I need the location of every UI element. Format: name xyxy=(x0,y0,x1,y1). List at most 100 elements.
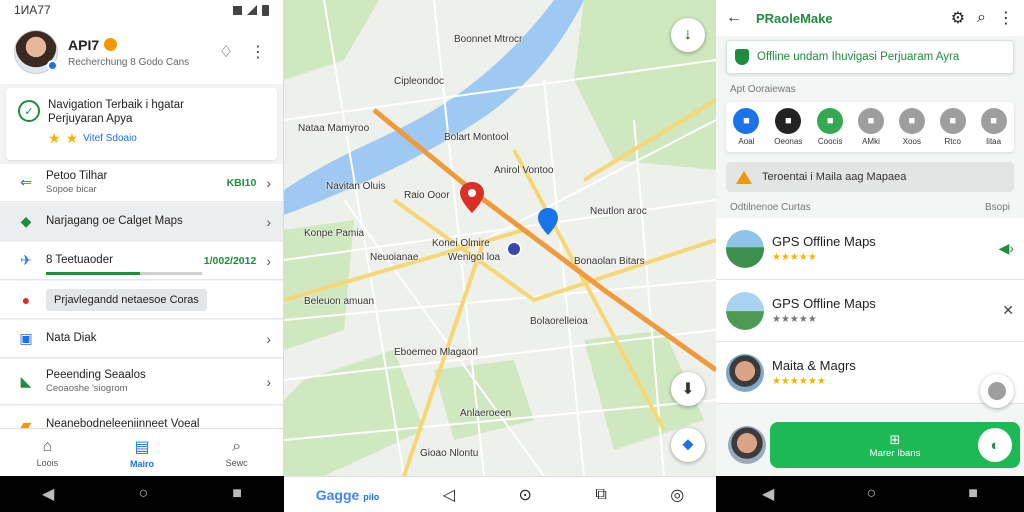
install-button[interactable]: ⊞ Marer Ibans ◐ xyxy=(770,422,1020,468)
map-label: Raio Ooor xyxy=(404,190,450,201)
speaker-icon[interactable]: ◀› xyxy=(999,240,1014,257)
map-label: Gioao Nlontu xyxy=(420,448,479,459)
leaf-icon: ✓ xyxy=(18,100,40,122)
category-item[interactable]: ■ Iitaa xyxy=(980,108,1007,146)
my-location-button[interactable]: ⬥ xyxy=(671,428,705,462)
category-label: Oeonas xyxy=(774,137,803,146)
profile-header[interactable]: API7 Recherchung 8 Godo Cans ♢ ⋮ xyxy=(0,20,283,84)
offline-banner[interactable]: Offline undam Ihuvigasi Perjuaram Ayra xyxy=(726,40,1014,74)
category-item[interactable]: ■ Coocis xyxy=(817,108,844,146)
back-icon[interactable]: ◀ xyxy=(42,484,54,504)
warning-bar[interactable]: Teroentai i Maila aag Mapaea xyxy=(726,162,1014,192)
compass-button[interactable]: ⬇ xyxy=(671,372,705,406)
menu-label: 8 Teetuaoder xyxy=(46,254,113,266)
record-icon: ● xyxy=(21,291,31,308)
bell-icon[interactable]: ♢ xyxy=(215,41,237,63)
assistant-icon[interactable]: ◎ xyxy=(670,485,684,505)
avatar[interactable] xyxy=(14,30,58,74)
menu-chip: Prjavlegandd netaesoe Coras xyxy=(46,288,207,311)
circle-icon xyxy=(988,382,1006,400)
profile-subtitle: Recherchung 8 Godo Cans xyxy=(68,56,190,68)
recents-icon[interactable]: ■ xyxy=(968,485,978,503)
category-icon: ■ xyxy=(857,108,884,134)
nav-home[interactable]: ⌂ Loois xyxy=(0,429,95,476)
menu-label: Narjagang oe Calget Maps xyxy=(46,215,183,227)
download-icon: ⊞ xyxy=(889,431,901,447)
star-icon: ★ xyxy=(65,130,79,146)
nav-search[interactable]: ⌕ Sewc xyxy=(189,429,283,476)
location-dot[interactable] xyxy=(506,241,522,257)
assist-button[interactable] xyxy=(980,374,1014,408)
category-item[interactable]: ■ Aoal xyxy=(733,108,760,146)
category-label: Iitaa xyxy=(985,137,1002,146)
back-arrow-icon[interactable]: ← xyxy=(726,9,742,27)
app-header: ← PRaoleMake ⚙ ⌕ ⋮ xyxy=(716,0,1024,36)
category-item[interactable]: ■ Oeonas xyxy=(774,108,802,146)
category-item[interactable]: ■ Xoos xyxy=(898,108,925,146)
user-avatar[interactable] xyxy=(728,426,766,464)
map-view[interactable]: Boonnet Mtrocr Cipleondoc Nataa Mamyroo … xyxy=(284,0,716,476)
category-icon: ■ xyxy=(898,108,925,134)
google-logo: Gagge pilo xyxy=(316,487,379,503)
app-thumbnail xyxy=(726,353,764,392)
menu-value: KBI10 xyxy=(226,176,257,189)
menu-label: Petoo Tilhar xyxy=(46,169,108,182)
home-circle-icon[interactable]: ⊙ xyxy=(518,485,531,505)
search-icon: ⌕ xyxy=(232,437,242,455)
profile-name: API7 xyxy=(68,36,100,53)
app-list-item[interactable]: Maita & Magrs ★★★★★★ xyxy=(716,342,1024,404)
menu-label: Peeending Seaalos xyxy=(46,368,146,381)
app-rating: ★★★★★ xyxy=(772,252,817,263)
category-label: Aoal xyxy=(738,137,755,146)
menu-item-4[interactable]: ▣ Nata Diak › xyxy=(0,320,283,358)
category-row: ■ Aoal ■ Oeonas ■ Coocis ■ AMki ■ Xoos ■ Rtco ■ Iitaa xyxy=(726,102,1014,152)
app-name: Maita & Magrs xyxy=(772,358,856,373)
menu-item-3[interactable]: ● Prjavlegandd netaesoe Coras xyxy=(0,281,283,319)
map-icon: ▤ xyxy=(134,438,150,456)
menu-item-2[interactable]: ✈ 8 Teetuaoder 1/002/2012 › xyxy=(0,242,283,280)
category-item[interactable]: ■ Rtco xyxy=(939,108,966,146)
download-progress xyxy=(46,272,202,275)
download-map-button[interactable]: ↓ xyxy=(671,18,705,52)
map-label: Boonnet Mtrocr xyxy=(454,34,523,45)
settings-icon[interactable]: ⚙ xyxy=(951,8,965,28)
category-item[interactable]: ■ AMki xyxy=(857,108,884,146)
progress-fill xyxy=(46,272,140,275)
shield-icon xyxy=(735,49,749,65)
bottom-navigation: ⌂ Loois ▤ Mairo ⌕ Sewc xyxy=(0,428,283,476)
banner-text: Offline undam Ihuvigasi Perjuaram Ayra xyxy=(757,51,960,63)
search-icon[interactable]: ⌕ xyxy=(977,9,986,27)
home-circle-icon[interactable]: ○ xyxy=(138,485,148,503)
app-list-item[interactable]: GPS Offline Maps ★★★★★ ◀› xyxy=(716,218,1024,280)
map-label: Beleuon amuan xyxy=(304,296,375,307)
back-icon[interactable]: ◀ xyxy=(762,484,774,504)
leaf-icon[interactable]: ◐ xyxy=(978,428,1012,462)
left-app-panel: 1ИА77 API7 Recherchung 8 Godo Cans ♢ ⋮ ✓… xyxy=(0,0,284,476)
page-title: PRaoleMake xyxy=(756,10,833,26)
system-nav-bar-right: ◀ ○ ■ xyxy=(716,476,1024,512)
home-circle-icon[interactable]: ○ xyxy=(866,485,876,503)
promo-card[interactable]: ✓ Navigation Terbaik i hgatar Perjuyaran… xyxy=(6,88,277,160)
system-nav-bar-left: ◀ ○ ■ xyxy=(0,476,284,512)
app-list-item[interactable]: GPS Offline Maps ★★★★★ ✕ xyxy=(716,280,1024,342)
promo-subtitle: Perjuyaran Apya xyxy=(48,113,133,125)
category-icon: ■ xyxy=(939,108,966,134)
category-icon: ■ xyxy=(733,108,760,134)
menu-item-1[interactable]: ◆ Narjagang oe Calget Maps › xyxy=(0,203,283,241)
category-label: AMki xyxy=(862,137,880,146)
battery-icon xyxy=(262,4,269,16)
arrow-down-icon: ◣ xyxy=(20,373,32,389)
install-label: Marer Ibans xyxy=(869,447,921,459)
nav-map[interactable]: ▤ Mairo xyxy=(95,429,190,476)
more-vert-icon[interactable]: ⋮ xyxy=(247,41,269,63)
plane-icon: ✈ xyxy=(20,252,32,268)
recents-icon[interactable]: ■ xyxy=(232,485,242,503)
more-vert-icon[interactable]: ⋮ xyxy=(998,8,1014,28)
category-icon: ■ xyxy=(980,108,1007,134)
menu-item-5[interactable]: ◣ Peeending Seaalos Ceoaoshe 'siogrom › xyxy=(0,359,283,405)
back-triangle-icon[interactable]: ◁ xyxy=(443,485,455,505)
recents-icon[interactable]: ⧉ xyxy=(595,486,606,504)
menu-item-0[interactable]: ⇐ Petoo Tilhar Sopoe bicar KBI10 › xyxy=(0,164,283,202)
close-icon[interactable]: ✕ xyxy=(1002,302,1014,319)
section-action[interactable]: Bsopi xyxy=(985,202,1010,218)
